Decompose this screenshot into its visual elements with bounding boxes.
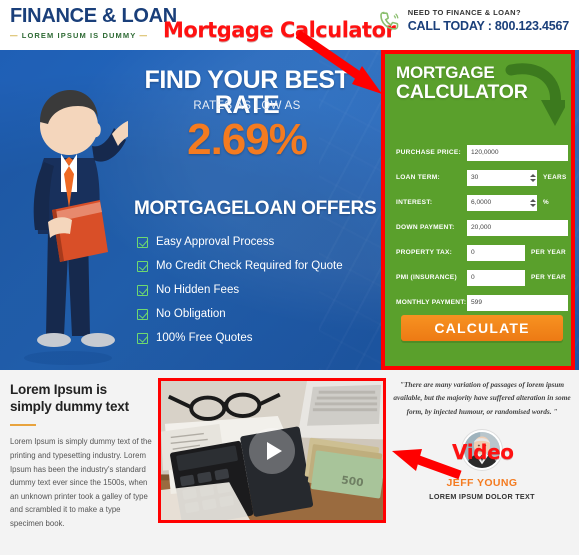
contact-phone[interactable]: CALL TODAY : 800.123.4567 [408, 19, 569, 33]
check-icon [137, 260, 148, 272]
offer-label: No Hidden Fees [156, 284, 240, 296]
play-icon[interactable] [249, 427, 295, 474]
contact-block[interactable]: NEED TO FINANCE & LOAN? CALL TODAY : 800… [377, 8, 569, 33]
dash-right: — [136, 31, 149, 40]
field-label: LOAN TERM: [396, 174, 440, 181]
property-tax-input[interactable] [467, 244, 525, 261]
heading-divider [10, 423, 36, 427]
annotation-arrow-to-calculator [296, 30, 382, 94]
field-suffix: PER YEAR [531, 249, 566, 256]
top-bar: FINANCE & LOAN — LOREM IPSUM IS DUMMY — … [0, 0, 579, 50]
mortgage-calculator-panel: MORTGAGE CALCULATOR PURCHASE PRICE: LOAN… [381, 50, 575, 370]
calculator-title: MORTGAGE CALCULATOR [396, 63, 560, 104]
field-loan-term: LOAN TERM: YEARS [396, 167, 568, 188]
offer-item: Easy Approval Process [137, 230, 387, 254]
offer-label: Mo Credit Check Required for Quote [156, 260, 343, 272]
hero-subheadline: RATES AS LOW AS [193, 100, 301, 112]
brand-logo[interactable]: FINANCE & LOAN — LOREM IPSUM IS DUMMY — [10, 6, 177, 40]
field-down-payment: DOWN PAYMENT: [396, 217, 568, 238]
check-icon [137, 308, 148, 320]
field-interest: INTEREST: % [396, 192, 568, 213]
field-label: MONTHLY PAYMENT: [396, 299, 467, 306]
field-label: PMI (INSURANCE) [396, 274, 457, 281]
down-payment-input[interactable] [467, 219, 568, 236]
field-suffix: PER YEAR [531, 274, 566, 281]
field-label: PURCHASE PRICE: [396, 149, 461, 156]
loan-term-stepper[interactable] [528, 169, 537, 186]
offer-label: Easy Approval Process [156, 236, 275, 248]
offer-item: No Hidden Fees [137, 278, 387, 302]
offers-title: MORTGAGELOAN OFFERS [134, 198, 377, 219]
offer-label: No Obligation [156, 308, 226, 320]
bottom-paragraph: Lorem Ipsum is simply dummy text of the … [10, 437, 152, 529]
field-suffix: % [543, 199, 549, 206]
bottom-heading: Lorem Ipsum is simply dummy text [10, 382, 129, 414]
monthly-payment-input[interactable] [467, 294, 568, 311]
calculator-form: PURCHASE PRICE: LOAN TERM: YEARS INTERES… [396, 142, 568, 317]
offer-item: 100% Free Quotes [137, 326, 387, 350]
offer-item: Mo Credit Check Required for Quote [137, 254, 387, 278]
calculator-body: MORTGAGE CALCULATOR PURCHASE PRICE: LOAN… [385, 54, 571, 366]
check-icon [137, 284, 148, 296]
testimonial-quote: "There are many variation of passages of… [393, 380, 571, 416]
dash-left: — [10, 31, 22, 40]
loan-term-input[interactable] [467, 169, 529, 186]
field-property-tax: PROPERTY TAX: PER YEAR [396, 242, 568, 263]
purchase-price-input[interactable] [467, 144, 568, 161]
offer-item: No Obligation [137, 302, 387, 326]
field-label: DOWN PAYMENT: [396, 224, 455, 231]
testimonial-role: LOREM IPSUM DOLOR TEXT [429, 492, 535, 502]
check-icon [137, 236, 148, 248]
landing-page: FINANCE & LOAN — LOREM IPSUM IS DUMMY — … [0, 0, 579, 555]
offer-label: 100% Free Quotes [156, 332, 253, 344]
brand-title: FINANCE & LOAN [10, 5, 177, 27]
brand-subtitle-text: LOREM IPSUM IS DUMMY [21, 31, 137, 40]
offers-list: Easy Approval Process Mo Credit Check Re… [137, 230, 387, 350]
field-purchase-price: PURCHASE PRICE: [396, 142, 568, 163]
annotation-video-label: Video [452, 440, 514, 464]
field-monthly-payment: MONTHLY PAYMENT: [396, 292, 568, 313]
calculator-title-line1: MORTGAGE [396, 63, 495, 82]
video-thumbnail[interactable]: 500 [158, 378, 386, 523]
brand-subtitle: — LOREM IPSUM IS DUMMY — [10, 31, 177, 40]
field-pmi-insurance: PMI (INSURANCE) PER YEAR [396, 267, 568, 288]
interest-input[interactable] [467, 194, 529, 211]
interest-stepper[interactable] [528, 194, 537, 211]
check-icon [137, 332, 148, 344]
contact-tagline: NEED TO FINANCE & LOAN? [407, 8, 521, 17]
pmi-insurance-input[interactable] [467, 269, 525, 286]
businessman-illustration [24, 90, 128, 365]
field-suffix: YEARS [543, 174, 567, 181]
field-label: INTEREST: [396, 199, 433, 206]
testimonial-name: JEFF YOUNG [446, 477, 518, 490]
calculator-title-line2: CALCULATOR [396, 81, 528, 104]
field-label: PROPERTY TAX: [396, 249, 453, 256]
hero-rate-value: 2.69% [187, 115, 308, 164]
text-block: Lorem Ipsum is simply dummy text Lorem I… [10, 382, 152, 531]
calculate-button[interactable]: CALCULATE [401, 315, 563, 341]
